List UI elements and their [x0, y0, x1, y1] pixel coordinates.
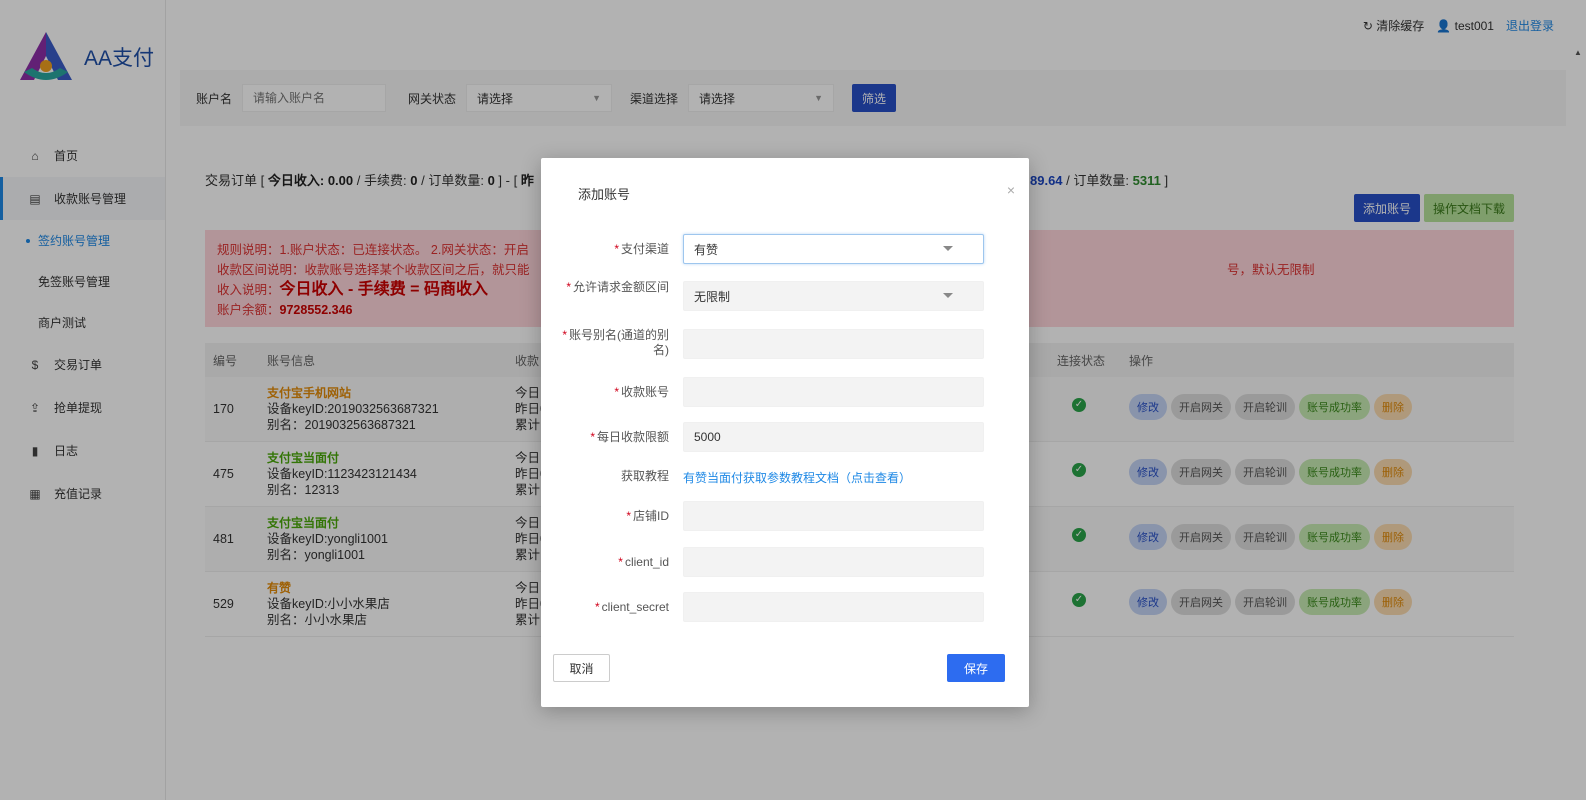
field-label: * 每日收款限额: [590, 430, 669, 444]
field-label: * 账号别名(通道的别名): [562, 328, 669, 357]
payment-channel-select[interactable]: 有赞: [683, 234, 984, 264]
amount-range-value: 无限制: [694, 289, 731, 304]
field-label: * 允许请求金额区间: [566, 280, 669, 294]
chevron-down-icon: [943, 246, 953, 251]
tutorial-link[interactable]: 有赞当面付获取参数教程文档（点击查看）: [683, 469, 911, 486]
field-label: * 收款账号: [614, 385, 669, 399]
field-label: 获取教程: [620, 469, 669, 483]
close-icon[interactable]: ×: [1007, 182, 1015, 198]
save-button[interactable]: 保存: [947, 654, 1005, 682]
field-label: * client_secret: [594, 600, 669, 614]
modal-title: 添加账号: [578, 187, 631, 202]
alias-input[interactable]: [683, 329, 984, 359]
payment-channel-value: 有赞: [694, 242, 719, 257]
daily-limit-input[interactable]: 5000: [683, 422, 984, 452]
client-secret-input[interactable]: [683, 592, 984, 622]
shop-id-input[interactable]: [683, 501, 984, 531]
amount-range-select[interactable]: 无限制: [683, 281, 984, 311]
cancel-button[interactable]: 取消: [553, 654, 610, 682]
collection-account-input[interactable]: [683, 377, 984, 407]
field-label: * 店铺ID: [626, 509, 669, 523]
field-label: * client_id: [618, 555, 669, 569]
field-label: * 支付渠道: [614, 242, 669, 256]
add-account-modal: 添加账号 × * 支付渠道 有赞 * 允许请求金额区间 无限制 * 账号别名(通道的别…: [541, 158, 1029, 707]
client-id-input[interactable]: [683, 547, 984, 577]
chevron-down-icon: [943, 293, 953, 298]
